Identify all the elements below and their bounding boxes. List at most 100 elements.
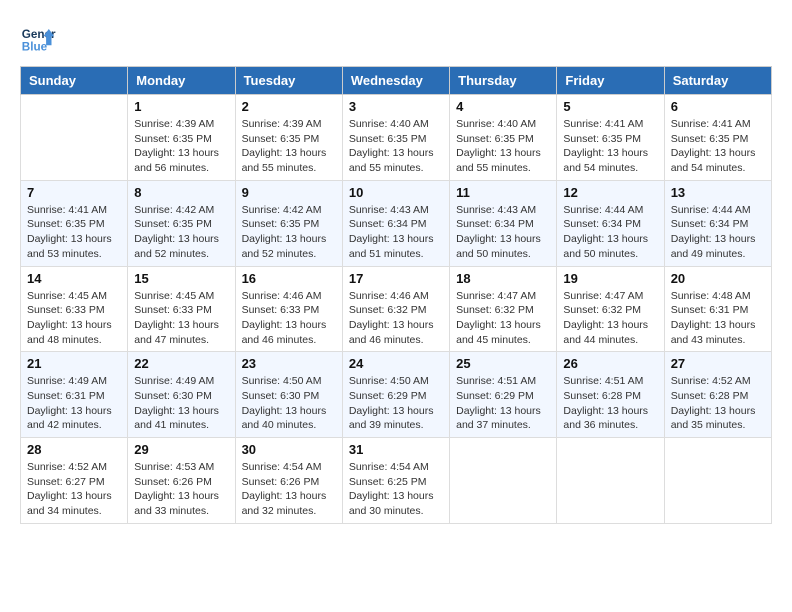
weekday-header-tuesday: Tuesday: [235, 67, 342, 95]
calendar-cell: 1Sunrise: 4:39 AMSunset: 6:35 PMDaylight…: [128, 95, 235, 181]
day-detail: Sunrise: 4:50 AMSunset: 6:30 PMDaylight:…: [242, 374, 336, 433]
calendar-cell: 22Sunrise: 4:49 AMSunset: 6:30 PMDayligh…: [128, 352, 235, 438]
svg-text:Blue: Blue: [22, 41, 48, 54]
calendar-cell: 8Sunrise: 4:42 AMSunset: 6:35 PMDaylight…: [128, 180, 235, 266]
calendar-cell: [557, 438, 664, 524]
calendar-cell: 26 Sunrise: 4:51 AMSunset: 6:28 PMDayligh…: [557, 352, 664, 438]
weekday-header-wednesday: Wednesday: [342, 67, 449, 95]
day-detail: Sunrise: 4:46 AMSunset: 6:32 PMDaylight:…: [349, 289, 443, 348]
calendar-cell: 25 Sunrise: 4:51 AMSunset: 6:29 PMDayligh…: [450, 352, 557, 438]
weekday-header-thursday: Thursday: [450, 67, 557, 95]
page-header: General Blue: [20, 20, 772, 56]
calendar-cell: 27 Sunrise: 4:52 AMSunset: 6:28 PMDayligh…: [664, 352, 771, 438]
day-detail: Sunrise: 4:51 AMSunset: 6:29 PMDaylight:…: [456, 374, 550, 433]
calendar-cell: 18 Sunrise: 4:47 AMSunset: 6:32 PMDayligh…: [450, 266, 557, 352]
day-detail: Sunrise: 4:41 AMSunset: 6:35 PMDaylight:…: [671, 117, 765, 176]
day-number: 28: [27, 442, 121, 457]
day-detail: Sunrise: 4:45 AMSunset: 6:33 PMDaylight:…: [27, 289, 121, 348]
day-number: 18: [456, 271, 550, 286]
calendar-cell: 24 Sunrise: 4:50 AMSunset: 6:29 PMDayligh…: [342, 352, 449, 438]
calendar-week-row: 28 Sunrise: 4:52 AMSunset: 6:27 PMDayligh…: [21, 438, 772, 524]
day-number: 2: [242, 99, 336, 114]
day-number: 11: [456, 185, 550, 200]
calendar-cell: 28 Sunrise: 4:52 AMSunset: 6:27 PMDayligh…: [21, 438, 128, 524]
day-number: 30: [242, 442, 336, 457]
day-number: 8: [134, 185, 228, 200]
calendar-cell: [21, 95, 128, 181]
calendar-cell: 2 Sunrise: 4:39 AMSunset: 6:35 PMDaylight…: [235, 95, 342, 181]
day-number: 27: [671, 356, 765, 371]
calendar-cell: 29 Sunrise: 4:53 AMSunset: 6:26 PMDayligh…: [128, 438, 235, 524]
day-detail: Sunrise: 4:49 AMSunset: 6:31 PMDaylight:…: [27, 374, 121, 433]
day-number: 15: [134, 271, 228, 286]
calendar-week-row: 1Sunrise: 4:39 AMSunset: 6:35 PMDaylight…: [21, 95, 772, 181]
day-detail: Sunrise: 4:47 AMSunset: 6:32 PMDaylight:…: [456, 289, 550, 348]
day-number: 3: [349, 99, 443, 114]
calendar-cell: 11 Sunrise: 4:43 AMSunset: 6:34 PMDayligh…: [450, 180, 557, 266]
day-number: 6: [671, 99, 765, 114]
day-detail: Sunrise: 4:51 AMSunset: 6:28 PMDaylight:…: [563, 374, 657, 433]
day-number: 21: [27, 356, 121, 371]
day-detail: Sunrise: 4:43 AMSunset: 6:34 PMDaylight:…: [349, 203, 443, 262]
calendar-cell: 4 Sunrise: 4:40 AMSunset: 6:35 PMDaylight…: [450, 95, 557, 181]
day-detail: Sunrise: 4:41 AMSunset: 6:35 PMDaylight:…: [563, 117, 657, 176]
day-number: 25: [456, 356, 550, 371]
calendar-cell: 16Sunrise: 4:46 AMSunset: 6:33 PMDayligh…: [235, 266, 342, 352]
calendar-cell: 12 Sunrise: 4:44 AMSunset: 6:34 PMDayligh…: [557, 180, 664, 266]
calendar-cell: 7 Sunrise: 4:41 AMSunset: 6:35 PMDaylight…: [21, 180, 128, 266]
day-detail: Sunrise: 4:40 AMSunset: 6:35 PMDaylight:…: [349, 117, 443, 176]
day-detail: Sunrise: 4:42 AMSunset: 6:35 PMDaylight:…: [242, 203, 336, 262]
day-detail: Sunrise: 4:49 AMSunset: 6:30 PMDaylight:…: [134, 374, 228, 433]
day-number: 12: [563, 185, 657, 200]
logo-icon: General Blue: [20, 20, 56, 56]
day-number: 31: [349, 442, 443, 457]
calendar-table: SundayMondayTuesdayWednesdayThursdayFrid…: [20, 66, 772, 524]
day-detail: Sunrise: 4:54 AMSunset: 6:26 PMDaylight:…: [242, 460, 336, 519]
day-detail: Sunrise: 4:44 AMSunset: 6:34 PMDaylight:…: [671, 203, 765, 262]
day-detail: Sunrise: 4:48 AMSunset: 6:31 PMDaylight:…: [671, 289, 765, 348]
day-number: 7: [27, 185, 121, 200]
calendar-cell: 14Sunrise: 4:45 AMSunset: 6:33 PMDayligh…: [21, 266, 128, 352]
day-detail: Sunrise: 4:40 AMSunset: 6:35 PMDaylight:…: [456, 117, 550, 176]
day-detail: Sunrise: 4:44 AMSunset: 6:34 PMDaylight:…: [563, 203, 657, 262]
day-number: 17: [349, 271, 443, 286]
day-detail: Sunrise: 4:52 AMSunset: 6:28 PMDaylight:…: [671, 374, 765, 433]
day-number: 29: [134, 442, 228, 457]
day-detail: Sunrise: 4:52 AMSunset: 6:27 PMDaylight:…: [27, 460, 121, 519]
day-detail: Sunrise: 4:39 AMSunset: 6:35 PMDaylight:…: [242, 117, 336, 176]
day-number: 9: [242, 185, 336, 200]
day-number: 26: [563, 356, 657, 371]
calendar-cell: 20Sunrise: 4:48 AMSunset: 6:31 PMDayligh…: [664, 266, 771, 352]
calendar-cell: 23 Sunrise: 4:50 AMSunset: 6:30 PMDayligh…: [235, 352, 342, 438]
day-detail: Sunrise: 4:50 AMSunset: 6:29 PMDaylight:…: [349, 374, 443, 433]
calendar-cell: 3 Sunrise: 4:40 AMSunset: 6:35 PMDaylight…: [342, 95, 449, 181]
day-number: 10: [349, 185, 443, 200]
day-number: 19: [563, 271, 657, 286]
weekday-header-friday: Friday: [557, 67, 664, 95]
calendar-cell: 19 Sunrise: 4:47 AMSunset: 6:32 PMDayligh…: [557, 266, 664, 352]
day-number: 16: [242, 271, 336, 286]
day-detail: Sunrise: 4:45 AMSunset: 6:33 PMDaylight:…: [134, 289, 228, 348]
calendar-week-row: 7 Sunrise: 4:41 AMSunset: 6:35 PMDaylight…: [21, 180, 772, 266]
calendar-cell: 15 Sunrise: 4:45 AMSunset: 6:33 PMDayligh…: [128, 266, 235, 352]
weekday-header-row: SundayMondayTuesdayWednesdayThursdayFrid…: [21, 67, 772, 95]
day-detail: Sunrise: 4:53 AMSunset: 6:26 PMDaylight:…: [134, 460, 228, 519]
weekday-header-sunday: Sunday: [21, 67, 128, 95]
weekday-header-saturday: Saturday: [664, 67, 771, 95]
calendar-cell: 5Sunrise: 4:41 AMSunset: 6:35 PMDaylight…: [557, 95, 664, 181]
day-number: 23: [242, 356, 336, 371]
calendar-cell: 21 Sunrise: 4:49 AMSunset: 6:31 PMDayligh…: [21, 352, 128, 438]
logo: General Blue: [20, 20, 56, 56]
calendar-cell: [664, 438, 771, 524]
day-detail: Sunrise: 4:47 AMSunset: 6:32 PMDaylight:…: [563, 289, 657, 348]
day-number: 4: [456, 99, 550, 114]
calendar-week-row: 21 Sunrise: 4:49 AMSunset: 6:31 PMDayligh…: [21, 352, 772, 438]
day-number: 13: [671, 185, 765, 200]
calendar-cell: 6 Sunrise: 4:41 AMSunset: 6:35 PMDaylight…: [664, 95, 771, 181]
calendar-cell: 9 Sunrise: 4:42 AMSunset: 6:35 PMDaylight…: [235, 180, 342, 266]
calendar-cell: 13 Sunrise: 4:44 AMSunset: 6:34 PMDayligh…: [664, 180, 771, 266]
day-number: 24: [349, 356, 443, 371]
day-detail: Sunrise: 4:43 AMSunset: 6:34 PMDaylight:…: [456, 203, 550, 262]
weekday-header-monday: Monday: [128, 67, 235, 95]
day-detail: Sunrise: 4:41 AMSunset: 6:35 PMDaylight:…: [27, 203, 121, 262]
